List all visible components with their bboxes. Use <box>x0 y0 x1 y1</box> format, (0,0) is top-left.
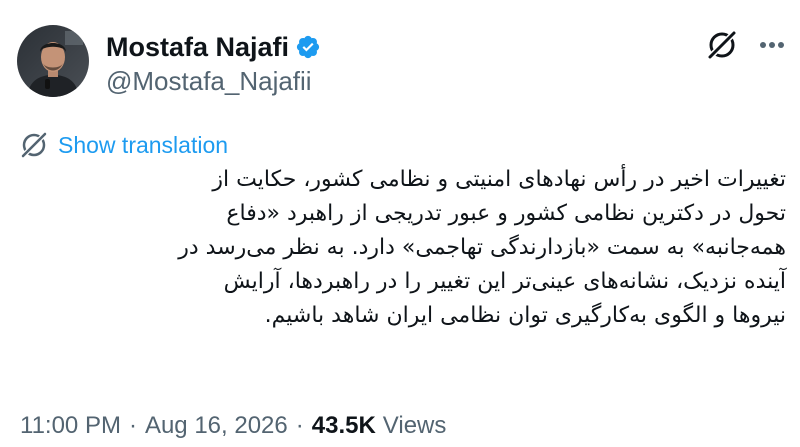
views-label: Views <box>382 412 447 439</box>
author-display-name[interactable]: Mostafa Najafi <box>106 32 289 63</box>
tweet-meta: 11:00 PM · Aug 16, 2026 · 43.5K Views <box>20 410 446 442</box>
meta-separator: · <box>128 412 137 439</box>
meta-separator: · <box>295 412 304 439</box>
show-translation-link[interactable]: Show translation <box>20 130 228 160</box>
views-count: 43.5K <box>311 412 376 439</box>
globe-icon <box>21 132 47 158</box>
tweet-date[interactable]: Aug 16, 2026 <box>145 412 288 440</box>
tweet-text-line: آینده نزدیک، نشانه‌های عینی‌تر این تغییر… <box>223 269 786 294</box>
tweet-card: Mostafa Najafi @Mostafa_Najafii Show tra… <box>0 0 800 447</box>
verified-badge-icon <box>296 35 320 59</box>
tweet-text-line: همه‌جانبه» به سمت «بازدارندگی تهاجمی» دا… <box>178 235 786 260</box>
tweet-text: تغییرات اخیر در رأس نهادهای امنیتی و نظا… <box>16 163 786 333</box>
author-handle[interactable]: @Mostafa_Najafii <box>106 66 312 97</box>
author-name-row: Mostafa Najafi <box>106 30 321 64</box>
tweet-text-line: نیروها و الگوی به‌کارگیری توان نظامی ایر… <box>264 303 786 328</box>
avatar-photo <box>17 25 89 97</box>
show-translation-label[interactable]: Show translation <box>58 132 228 159</box>
grok-icon[interactable] <box>705 28 739 62</box>
tweet-text-line: تحول در دکترین نظامی کشور و عبور تدریجی … <box>226 201 786 226</box>
avatar[interactable] <box>17 25 89 97</box>
tweet-time[interactable]: 11:00 PM <box>20 412 121 440</box>
more-options-icon[interactable] <box>755 28 789 62</box>
tweet-text-line: تغییرات اخیر در رأس نهادهای امنیتی و نظا… <box>212 167 786 192</box>
